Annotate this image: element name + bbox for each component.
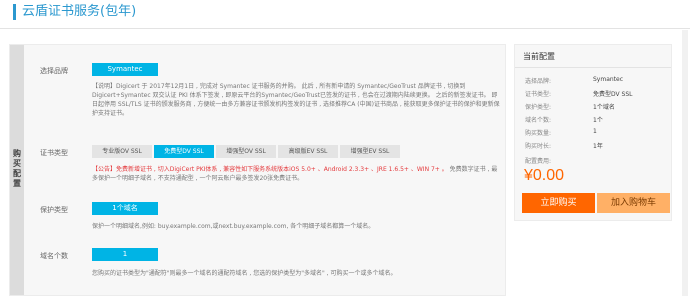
summary-value-quantity: 1: [593, 128, 597, 135]
brand-notice: 【说明】Digicert 于 2017年12月1日 , 完成对 Symantec…: [92, 82, 500, 122]
summary-value-duration: 1年: [593, 143, 603, 150]
add-to-cart-button[interactable]: 加入购物车: [597, 193, 670, 213]
config-panel: 购买配置 选择品牌 Symantec 【说明】Digicert 于 2017年1…: [9, 44, 506, 296]
cert-type-tabs: 专业版OV SSL 免费型DV SSL 增强型OV SSL 高级版EV SSL …: [92, 145, 402, 158]
summary-value-cert-type: 免费型DV SSL: [593, 91, 633, 98]
protect-type-notice: 保护一个明细域名,例如: buy.example.com,或next.buy.e…: [92, 223, 375, 230]
summary-title: 当前配置: [523, 52, 555, 61]
summary-value-brand: Symantec: [593, 76, 624, 83]
cert-type-label: 证书类型: [40, 149, 68, 157]
fee-label: 配置费用:: [525, 158, 552, 165]
cert-type-tab-1[interactable]: 免费型DV SSL: [154, 145, 214, 158]
cert-type-tab-0[interactable]: 专业版OV SSL: [92, 145, 152, 158]
summary-key-domain-count: 域名个数:: [525, 117, 552, 124]
cert-type-notice-red: 【公告】免费新增证书 , 切入DigiCert PKI体系 , 兼容性如下服务系…: [92, 166, 448, 173]
protect-type-option[interactable]: 1个域名: [92, 202, 158, 215]
cert-type-tab-4[interactable]: 增强型EV SSL: [340, 145, 400, 158]
vertical-tab: 购买配置: [10, 45, 24, 295]
summary-value-domain-count: 1个: [593, 117, 603, 124]
buy-now-button[interactable]: 立即购买: [522, 193, 595, 213]
summary-divider: [515, 67, 671, 68]
summary-panel: 当前配置 选择品牌: Symantec 证书类型: 免费型DV SSL 保护类型…: [514, 44, 672, 221]
page-title: 云盾证书服务(包年): [13, 4, 136, 20]
scrollbar[interactable]: [682, 30, 688, 296]
brand-notice-text: 【说明】Digicert 于 2017年12月1日 , 完成对 Symantec…: [92, 83, 490, 99]
cert-type-tab-3[interactable]: 高级版EV SSL: [278, 145, 338, 158]
domain-count-label: 域名个数: [40, 252, 68, 260]
summary-key-cert-type: 证书类型:: [525, 91, 552, 98]
brand-label: 选择品牌: [40, 67, 68, 75]
vertical-tab-label: 购买配置: [13, 149, 21, 188]
cert-type-notice: 【公告】免费新增证书 , 切入DigiCert PKI体系 , 兼容性如下服务系…: [92, 165, 500, 185]
summary-value-protect-type: 1个域名: [593, 104, 615, 111]
summary-key-duration: 购买时长:: [525, 143, 552, 150]
brand-option-symantec[interactable]: Symantec: [92, 63, 158, 76]
cert-type-tab-2[interactable]: 增强型OV SSL: [216, 145, 276, 158]
protect-type-label: 保护类型: [40, 206, 68, 214]
summary-key-protect-type: 保护类型:: [525, 104, 552, 111]
domain-count-option[interactable]: 1: [92, 248, 158, 261]
summary-key-quantity: 购买数量:: [525, 130, 552, 137]
title-bar: 云盾证书服务(包年): [0, 0, 690, 29]
summary-key-brand: 选择品牌:: [525, 78, 552, 85]
domain-count-notice: 您购买的证书类型为"通配符"则最多一个域名的通配符域名 , 您选的保护类型为"多…: [92, 270, 397, 277]
price-value: ¥0.00: [524, 167, 565, 184]
